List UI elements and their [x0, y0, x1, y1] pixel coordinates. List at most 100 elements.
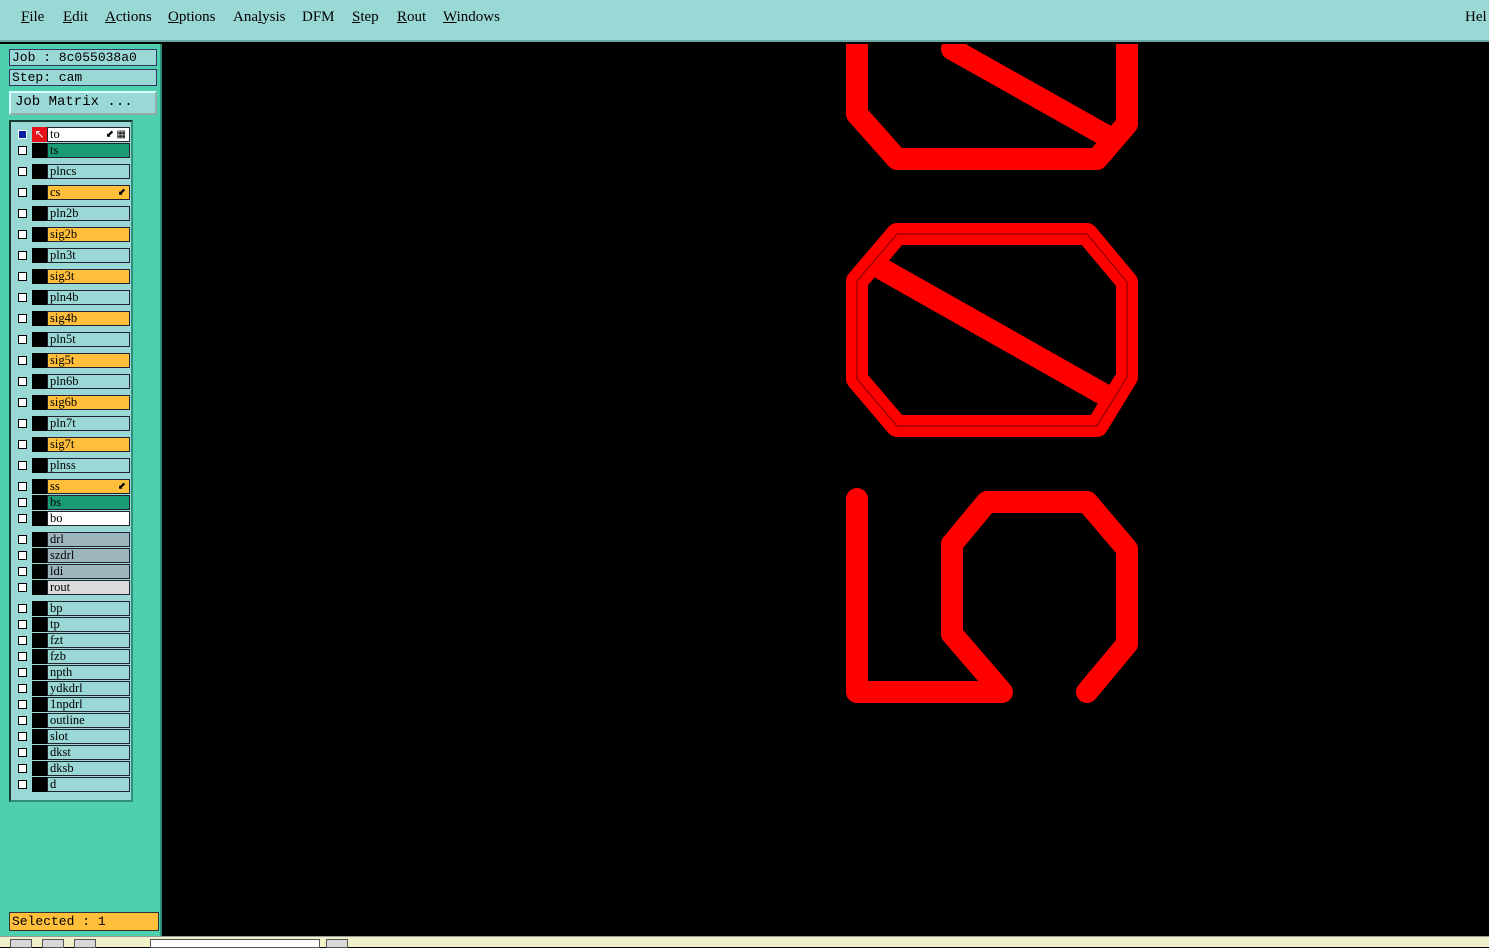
layer-checkbox[interactable] — [18, 620, 27, 629]
layer-checkbox[interactable] — [18, 251, 27, 260]
layer-row-tp[interactable]: tp — [14, 617, 131, 632]
layer-row-szdrl[interactable]: szdrl — [14, 548, 131, 563]
layer-row-rout[interactable]: rout — [14, 580, 131, 595]
layer-checkbox[interactable] — [18, 209, 27, 218]
layer-name[interactable]: plncs — [47, 164, 130, 179]
layer-affected-toggle[interactable] — [32, 206, 47, 221]
layer-checkbox[interactable] — [18, 700, 27, 709]
layer-checkbox[interactable] — [18, 419, 27, 428]
layer-row-fzb[interactable]: fzb — [14, 649, 131, 664]
graphics-canvas[interactable] — [162, 44, 1489, 936]
layer-name[interactable]: sig6b — [47, 395, 130, 410]
layer-row-pln4b[interactable]: pln4b — [14, 290, 131, 305]
layer-name[interactable]: ss ⬋ — [47, 479, 130, 494]
layer-affected-toggle[interactable] — [32, 548, 47, 563]
layer-name[interactable]: sig2b — [47, 227, 130, 242]
layer-checkbox[interactable] — [18, 356, 27, 365]
layer-affected-toggle[interactable] — [32, 353, 47, 368]
layer-name[interactable]: bp — [47, 601, 130, 616]
layer-name[interactable]: ydkdrl — [47, 681, 130, 696]
layer-row-sig6b[interactable]: sig6b — [14, 395, 131, 410]
layer-name[interactable]: sig7t — [47, 437, 130, 452]
layer-row-npth[interactable]: npth — [14, 665, 131, 680]
layer-name[interactable]: 1npdrl — [47, 697, 130, 712]
layer-affected-toggle[interactable] — [32, 532, 47, 547]
layer-affected-toggle[interactable] — [32, 665, 47, 680]
layer-affected-toggle[interactable] — [32, 649, 47, 664]
layer-name[interactable]: pln2b — [47, 206, 130, 221]
layer-affected-toggle[interactable] — [32, 633, 47, 648]
layer-row-d[interactable]: d — [14, 777, 131, 792]
layer-affected-toggle[interactable] — [32, 495, 47, 510]
layer-affected-toggle[interactable] — [32, 713, 47, 728]
layer-checkbox[interactable] — [18, 514, 27, 523]
layer-affected-toggle[interactable] — [32, 777, 47, 792]
layer-name[interactable]: bs — [47, 495, 130, 510]
layer-affected-toggle[interactable] — [32, 479, 47, 494]
layer-affected-toggle[interactable] — [32, 395, 47, 410]
layer-checkbox[interactable] — [18, 377, 27, 386]
layer-checkbox[interactable] — [18, 551, 27, 560]
layer-affected-toggle[interactable] — [32, 745, 47, 760]
layer-row-slot[interactable]: slot — [14, 729, 131, 744]
layer-name[interactable]: szdrl — [47, 548, 130, 563]
menu-actions[interactable]: Actions — [105, 9, 152, 26]
layer-affected-toggle[interactable] — [32, 248, 47, 263]
layer-affected-toggle[interactable] — [32, 681, 47, 696]
menu-help[interactable]: Hel — [1465, 9, 1487, 26]
layer-checkbox[interactable] — [18, 230, 27, 239]
layer-row-ldi[interactable]: ldi — [14, 564, 131, 579]
layer-affected-toggle[interactable] — [32, 185, 47, 200]
layer-row-plnss[interactable]: plnss — [14, 458, 131, 473]
menu-dfm[interactable]: DFM — [302, 9, 335, 26]
layer-row-sig3t[interactable]: sig3t — [14, 269, 131, 284]
layer-checkbox[interactable] — [18, 272, 27, 281]
layer-row-fzt[interactable]: fzt — [14, 633, 131, 648]
layer-checkbox[interactable] — [18, 335, 27, 344]
layer-affected-toggle[interactable] — [32, 437, 47, 452]
menu-options[interactable]: Options — [168, 9, 216, 26]
layer-name[interactable]: fzb — [47, 649, 130, 664]
layer-row-bp[interactable]: bp — [14, 601, 131, 616]
layer-row-ts[interactable]: ts — [14, 143, 131, 158]
layer-row-sig2b[interactable]: sig2b — [14, 227, 131, 242]
layer-checkbox[interactable] — [18, 535, 27, 544]
layer-row-dkst[interactable]: dkst — [14, 745, 131, 760]
menu-step[interactable]: Step — [352, 9, 379, 26]
layer-name[interactable]: pln5t — [47, 332, 130, 347]
layer-affected-toggle[interactable] — [32, 580, 47, 595]
menu-file[interactable]: File — [21, 9, 44, 26]
layer-affected-toggle[interactable] — [32, 601, 47, 616]
layer-row-pln5t[interactable]: pln5t — [14, 332, 131, 347]
layer-checkbox[interactable] — [18, 716, 27, 725]
menu-rout[interactable]: Rout — [397, 9, 426, 26]
layer-name[interactable]: d — [47, 777, 130, 792]
layer-checkbox[interactable] — [18, 440, 27, 449]
layer-row-drl[interactable]: drl — [14, 532, 131, 547]
layer-row-pln7t[interactable]: pln7t — [14, 416, 131, 431]
layer-name[interactable]: tp — [47, 617, 130, 632]
menu-edit[interactable]: Edit — [63, 9, 88, 26]
layer-row-sig7t[interactable]: sig7t — [14, 437, 131, 452]
layer-affected-toggle[interactable] — [32, 290, 47, 305]
layer-name[interactable]: ldi — [47, 564, 130, 579]
layer-name[interactable]: slot — [47, 729, 130, 744]
layer-affected-toggle[interactable] — [32, 617, 47, 632]
layer-row-plncs[interactable]: plncs — [14, 164, 131, 179]
layer-row-1npdrl[interactable]: 1npdrl — [14, 697, 131, 712]
layer-name[interactable]: drl — [47, 532, 130, 547]
layer-name[interactable]: rout — [47, 580, 130, 595]
layer-checkbox[interactable] — [18, 604, 27, 613]
layer-checkbox[interactable] — [18, 583, 27, 592]
layer-name[interactable]: pln7t — [47, 416, 130, 431]
layer-affected-toggle[interactable] — [32, 729, 47, 744]
layer-name[interactable]: dksb — [47, 761, 130, 776]
layer-checkbox[interactable] — [18, 146, 27, 155]
layer-row-dksb[interactable]: dksb — [14, 761, 131, 776]
layer-affected-toggle[interactable] — [32, 374, 47, 389]
layer-checkbox[interactable] — [18, 748, 27, 757]
layer-row-bs[interactable]: bs — [14, 495, 131, 510]
layer-checkbox[interactable] — [18, 684, 27, 693]
layer-row-cs[interactable]: cs ⬋ — [14, 185, 131, 200]
layer-name[interactable]: pln4b — [47, 290, 130, 305]
